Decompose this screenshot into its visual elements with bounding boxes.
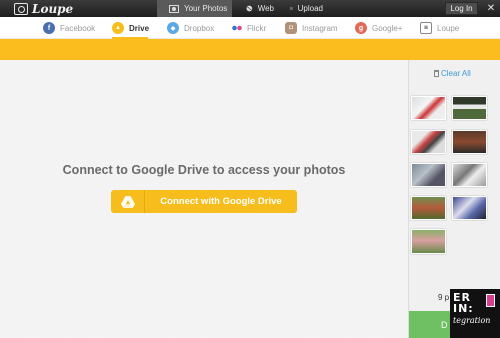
source-tab-facebook[interactable]: f Facebook [43, 21, 95, 35]
source-label: Flickr [247, 23, 267, 33]
source-label: Google+ [372, 23, 403, 33]
source-tab-loupe[interactable]: ◙ Loupe [420, 21, 459, 35]
photo-thumbnail[interactable] [452, 196, 487, 220]
photo-count: 9 p [438, 293, 450, 302]
phone-icon [486, 294, 495, 307]
source-tab-instagram[interactable]: ◘ Instagram [285, 21, 338, 35]
drive-icon: ▲ [112, 22, 124, 34]
source-tabs: f Facebook ▲ Drive ◆ Dropbox Flickr ◘ In… [0, 17, 500, 39]
tab-label: Upload [297, 4, 323, 13]
camera-icon [14, 2, 28, 15]
close-icon[interactable]: ✕ [484, 1, 498, 16]
watermark-logo: ER IN: tegration [450, 289, 500, 338]
photo-thumbnail[interactable] [452, 96, 487, 120]
photo-thumbnail[interactable] [452, 163, 487, 187]
app-logo[interactable]: Loupe [14, 1, 73, 16]
source-label: Drive [129, 23, 150, 33]
top-nav-bar: Loupe Your Photos Web Upload Log In ✕ [0, 0, 500, 17]
loupe-icon: ◙ [420, 22, 432, 34]
source-label: Loupe [437, 23, 460, 33]
connect-google-drive-button[interactable]: Connect with Google Drive [111, 190, 297, 213]
tab-your-photos[interactable]: Your Photos [157, 0, 232, 17]
photo-thumbnail[interactable] [411, 96, 446, 120]
clear-all-label: Clear All [441, 69, 471, 78]
drive-icon [111, 190, 145, 213]
photos-icon [169, 5, 179, 13]
trash-icon [434, 70, 439, 77]
button-label: Connect with Google Drive [160, 196, 282, 207]
source-tab-flickr[interactable]: Flickr [232, 21, 266, 35]
accent-bar [0, 39, 500, 60]
source-tab-googleplus[interactable]: g Google+ [355, 21, 402, 35]
tab-label: Web [257, 4, 274, 13]
connect-message: Connect to Google Drive to access your p… [62, 163, 346, 177]
upload-icon [290, 7, 293, 10]
source-label: Instagram [302, 23, 338, 33]
main-panel: Connect to Google Drive to access your p… [0, 60, 408, 338]
flickr-icon [232, 22, 242, 34]
photo-thumbnail[interactable] [411, 229, 446, 254]
globe-icon [246, 5, 253, 12]
source-label: Dropbox [184, 23, 215, 33]
photo-thumbnail[interactable] [411, 163, 446, 187]
clear-all-link[interactable]: Clear All [434, 69, 471, 78]
login-button[interactable]: Log In [445, 2, 478, 15]
facebook-icon: f [43, 22, 55, 34]
photo-thumbnail[interactable] [411, 130, 446, 154]
watermark-line: tegration [453, 316, 491, 325]
source-tab-drive[interactable]: ▲ Drive [112, 21, 149, 35]
tab-web[interactable]: Web [234, 0, 274, 17]
googleplus-icon: g [355, 22, 367, 34]
photo-thumbnail[interactable] [452, 130, 487, 154]
instagram-icon: ◘ [285, 22, 297, 34]
tab-label: Your Photos [184, 4, 228, 13]
source-tab-dropbox[interactable]: ◆ Dropbox [167, 21, 214, 35]
tab-upload[interactable]: Upload [278, 0, 323, 17]
app-name: Loupe [32, 1, 74, 16]
dropbox-icon: ◆ [167, 22, 179, 34]
source-label: Facebook [60, 23, 96, 33]
photo-thumbnail[interactable] [411, 196, 446, 220]
